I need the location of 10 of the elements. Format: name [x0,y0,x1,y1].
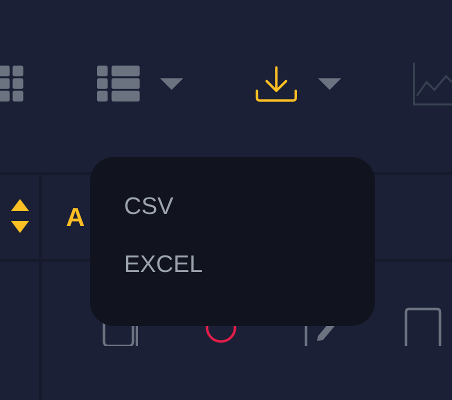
grid-icon[interactable] [0,64,26,104]
menu-item[interactable]: EXCEL [124,251,203,279]
menu-item[interactable]: CSV [124,193,174,221]
list-icon[interactable] [97,64,140,104]
column-header[interactable]: A [66,198,85,236]
caret-icon[interactable] [318,78,342,90]
window-icon[interactable] [404,306,442,346]
download-icon[interactable] [255,65,298,103]
sort-icon[interactable] [10,199,28,235]
caret-icon[interactable] [160,78,184,90]
